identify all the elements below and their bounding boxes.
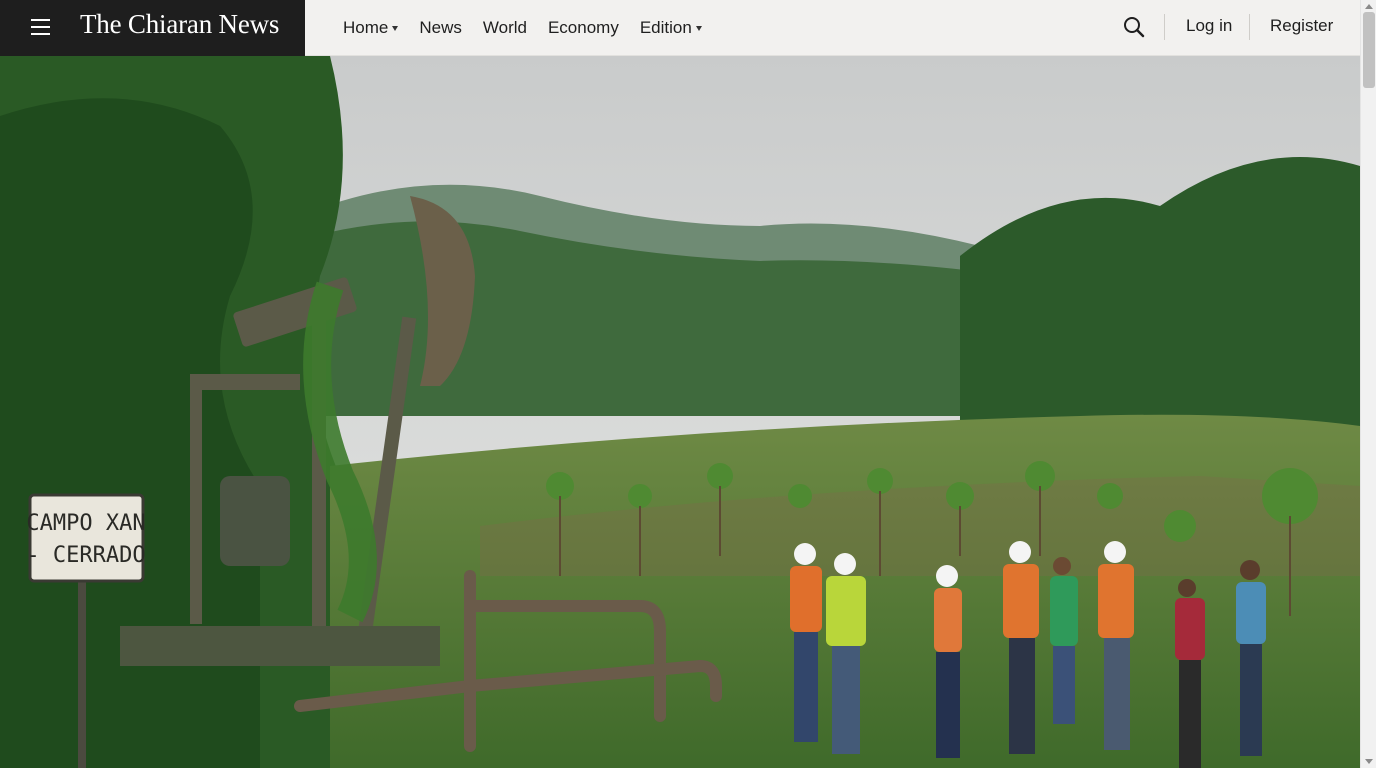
brand-block: The Chiaran News: [0, 0, 305, 56]
chevron-down-icon: [695, 25, 702, 31]
hero-image[interactable]: CAMPO XAN - CERRADO: [0, 56, 1360, 768]
divider: [1164, 14, 1165, 40]
login-link[interactable]: Log in: [1186, 16, 1232, 36]
nav-item-world[interactable]: World: [483, 18, 527, 38]
search-icon[interactable]: [1121, 14, 1147, 40]
nav-item-label: World: [482, 18, 527, 37]
nav-item-label: News: [419, 18, 462, 37]
sign-post: [78, 581, 86, 768]
scroll-thumb[interactable]: [1363, 12, 1375, 88]
nav-item-home[interactable]: Home: [343, 18, 399, 38]
nav-item-economy[interactable]: Economy: [548, 18, 619, 38]
page-scrollbar[interactable]: [1360, 0, 1376, 768]
nav-item-edition[interactable]: Edition: [640, 18, 702, 38]
nav-item-label: Home: [343, 18, 389, 37]
hamburger-menu-icon[interactable]: [22, 16, 58, 40]
scroll-up-arrow-icon[interactable]: [1365, 4, 1373, 9]
scroll-down-arrow-icon[interactable]: [1365, 759, 1373, 764]
divider: [1249, 14, 1250, 40]
sign-text-line2: - CERRADO: [26, 543, 145, 568]
hero-illustration: CAMPO XAN - CERRADO: [0, 56, 1360, 768]
main-nav: Home News World Economy Edition: [343, 0, 723, 56]
chevron-down-icon: [392, 25, 399, 31]
site-header: The Chiaran News Home News World Economy…: [0, 0, 1360, 56]
nav-item-label: Edition: [639, 18, 692, 37]
field-sign: [28, 493, 145, 583]
register-link[interactable]: Register: [1270, 16, 1333, 36]
site-title[interactable]: The Chiaran News: [80, 9, 279, 40]
sign-text-line1: CAMPO XAN: [26, 511, 145, 536]
nav-item-news[interactable]: News: [419, 18, 462, 38]
nav-item-label: Economy: [547, 18, 619, 37]
